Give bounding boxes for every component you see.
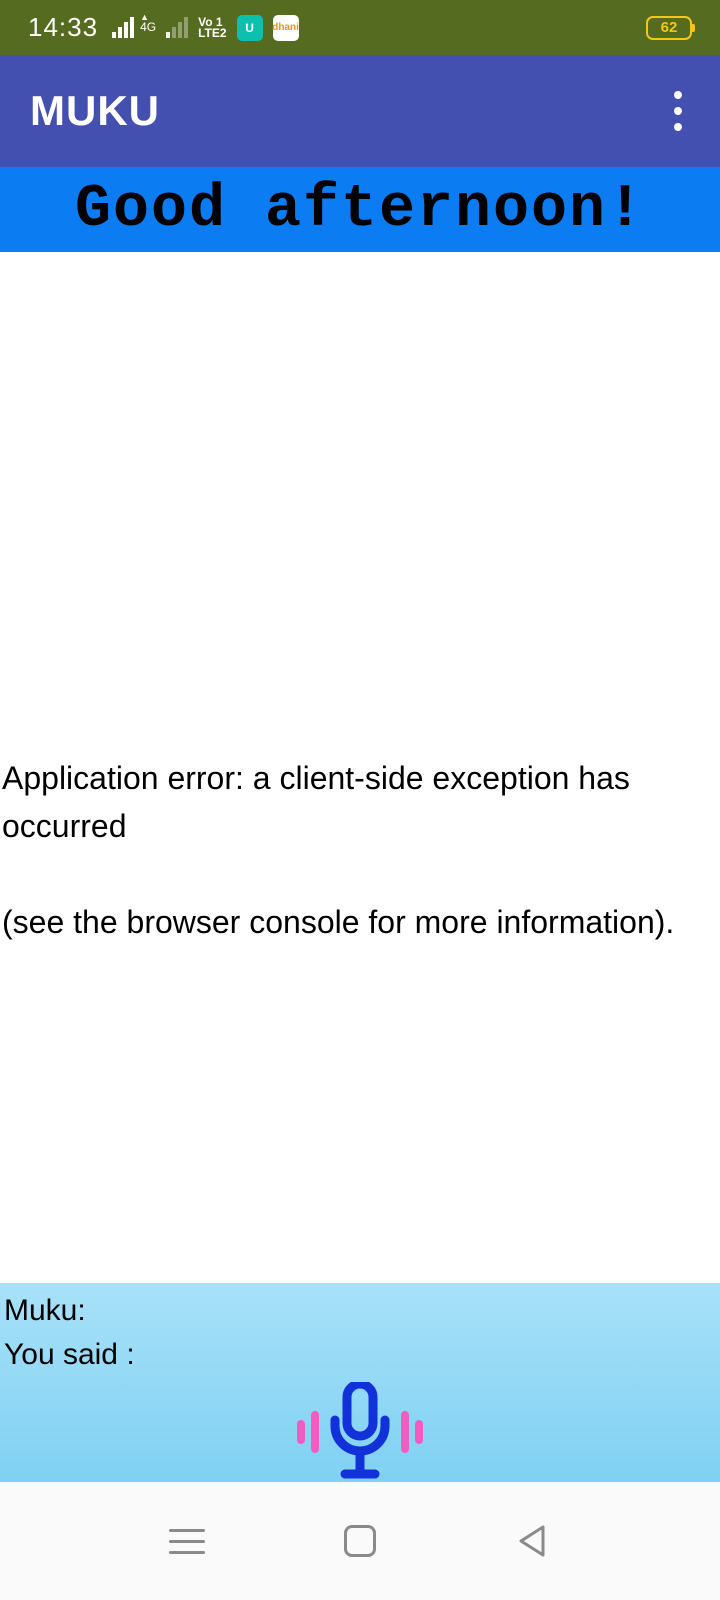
voice-panel: Muku: You said : [0, 1283, 720, 1482]
recents-button[interactable] [165, 1519, 209, 1563]
you-said-label: You said : [4, 1333, 716, 1377]
mic-wave-right-icon [401, 1411, 423, 1453]
notification-app-1-icon: U [237, 15, 263, 41]
status-bar: 14:33 ▲4G Vo 1LTE2 U dhani 62 [0, 0, 720, 55]
back-button[interactable] [511, 1519, 555, 1563]
back-icon [515, 1523, 551, 1559]
battery-level: 62 [661, 19, 678, 36]
error-line-2: (see the browser console for more inform… [2, 898, 718, 946]
notification-app-2-icon: dhani [273, 15, 299, 41]
more-options-icon[interactable] [666, 83, 690, 139]
recents-icon [169, 1529, 205, 1554]
muku-response-label: Muku: [4, 1289, 716, 1333]
signal-strength-1-icon [112, 17, 134, 38]
status-left-group: 14:33 ▲4G Vo 1LTE2 U dhani [28, 12, 299, 43]
error-line-1: Application error: a client-side excepti… [2, 754, 718, 850]
mic-wave-left-icon [297, 1411, 319, 1453]
app-bar: MUKU [0, 55, 720, 167]
signal-strength-2-icon [166, 17, 188, 38]
battery-icon: 62 [646, 16, 692, 40]
greeting-text: Good afternoon! [75, 176, 645, 244]
app-title: MUKU [30, 87, 160, 135]
network-4g-label: ▲4G [140, 11, 156, 32]
error-message: Application error: a client-side excepti… [0, 754, 720, 946]
status-clock: 14:33 [28, 12, 98, 43]
greeting-banner: Good afternoon! [0, 167, 720, 252]
home-button[interactable] [338, 1519, 382, 1563]
main-content: Application error: a client-side excepti… [0, 252, 720, 1283]
volte-label: Vo 1LTE2 [198, 17, 226, 39]
home-icon [344, 1525, 376, 1557]
system-nav-bar [0, 1482, 720, 1600]
microphone-icon [325, 1382, 395, 1482]
microphone-button[interactable] [297, 1382, 423, 1482]
